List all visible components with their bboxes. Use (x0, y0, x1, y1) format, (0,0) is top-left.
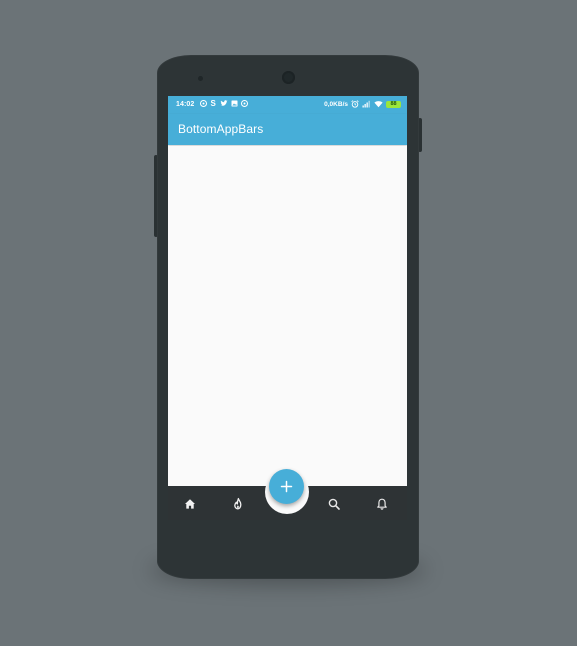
status-notification-icons: S (200, 99, 248, 110)
bell-icon (377, 498, 387, 510)
add-fab-button[interactable] (269, 469, 304, 504)
search-nav-button[interactable] (327, 497, 341, 511)
phone-screen: 14:02 S 0,0KB/s 88 BottomAppBars (168, 96, 407, 520)
trending-nav-button[interactable] (231, 497, 245, 511)
status-time: 14:02 (176, 101, 195, 108)
top-app-bar: BottomAppBars (168, 114, 407, 145)
front-camera (282, 71, 295, 84)
home-icon (185, 499, 195, 509)
alarm-icon (351, 99, 359, 110)
notification-icon (241, 99, 248, 110)
wifi-icon (374, 100, 383, 110)
notification-icon (200, 99, 207, 110)
main-content-area (168, 146, 407, 486)
proximity-sensor (198, 76, 203, 81)
signal-icon (362, 100, 371, 110)
notifications-nav-button[interactable] (375, 497, 389, 511)
status-bar: 14:02 S 0,0KB/s 88 (168, 96, 407, 114)
network-speed: 0,0KB/s (324, 101, 348, 108)
gallery-icon (231, 100, 238, 110)
twitter-icon (220, 99, 228, 110)
skype-icon: S (210, 99, 217, 110)
battery-icon: 88 (386, 101, 401, 108)
plus-icon (280, 480, 293, 493)
search-icon (328, 498, 340, 510)
app-title: BottomAppBars (178, 122, 264, 136)
status-system-icons: 0,0KB/s 88 (324, 99, 401, 110)
svg-text:S: S (211, 99, 217, 107)
home-nav-button[interactable] (183, 497, 197, 511)
fire-icon (234, 497, 242, 510)
device-mockup-stage: 14:02 S 0,0KB/s 88 BottomAppBars (0, 0, 577, 646)
